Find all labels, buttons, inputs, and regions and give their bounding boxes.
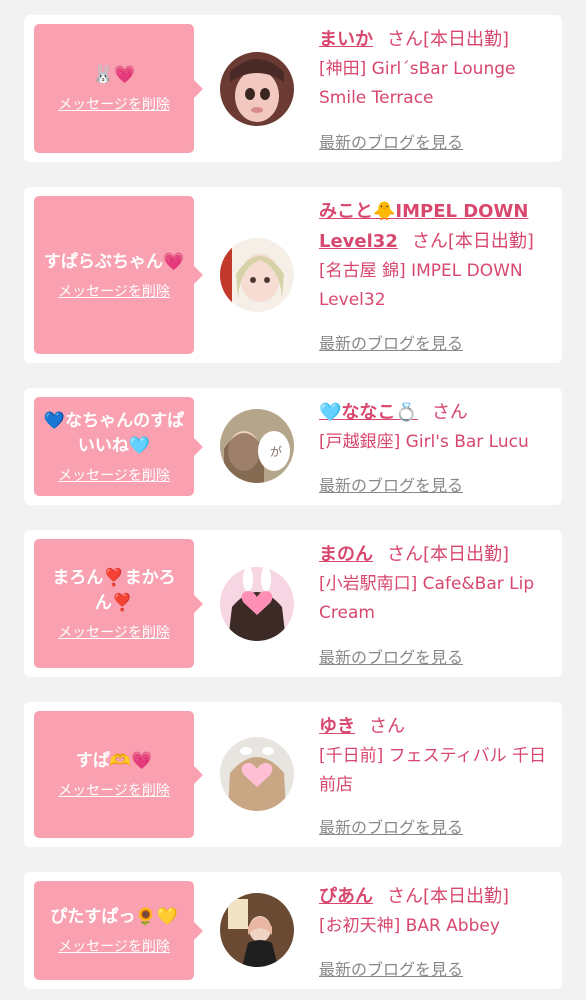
cast-info: まいか さん[本日出勤] [神田] Girl´sBar Lounge Smile … [319,25,550,113]
message-text: 💙なちゃんのすぱ いいね🩵 [43,410,185,456]
cast-info: みこと🐥IMPEL DOWN Level32 さん[本日出勤] [名古屋 錦] I… [319,197,550,315]
blog-link[interactable]: 最新のブログを見る [319,129,463,153]
message-bubble: すぱらぶちゃん💗 メッセージを削除 [34,196,203,354]
list-item: 🐰💗 メッセージを削除 まいか さん[本日出勤] [神田] Girl´sBar L… [24,15,562,162]
message-bubble: まろん❣️まかろ ん❣️ メッセージを削除 [34,539,203,668]
list-item: ぴたすぱっ🌻💛 メッセージを削除 ぴあん さん[本日出勤] [お初天神] BAR … [24,872,562,989]
name-line: みこと🐥IMPEL DOWN Level32 さん[本日出勤] [319,197,550,257]
message-list: 🐰💗 メッセージを削除 まいか さん[本日出勤] [神田] Girl´sBar L… [0,0,586,1000]
honorific: さん [387,29,423,50]
blog-link[interactable]: 最新のブログを見る [319,330,463,354]
list-item: すぱ🫶💗 メッセージを削除 ゆき さん [千日前] フェスティバル 千日前店 最新… [24,702,562,847]
message-text: まろん❣️まかろ ん❣️ [52,567,176,613]
delete-message-link[interactable]: メッセージを削除 [58,94,170,114]
honorific: さん [387,886,423,907]
honorific: さん [411,231,448,252]
avatar[interactable] [220,52,294,126]
delete-message-link[interactable]: メッセージを削除 [58,936,170,956]
shop-name: [戸越銀座] Girl's Bar Lucu [319,432,529,452]
name-line: まのん さん[本日出勤] [319,540,550,570]
delete-message-link[interactable]: メッセージを削除 [58,622,170,642]
honorific: さん [387,544,423,565]
shop-name: [名古屋 錦] IMPEL DOWN Level32 [319,261,523,310]
status-badge: [本日出勤] [423,544,510,565]
name-line: 🩵ななこ💍 さん [319,398,550,428]
honorific: さん [431,402,468,423]
cast-info: 🩵ななこ💍 さん [戸越銀座] Girl's Bar Lucu [319,398,550,457]
avatar[interactable] [220,567,294,641]
message-text: 🐰💗 [92,65,136,85]
message-bubble: ぴたすぱっ🌻💛 メッセージを削除 [34,881,203,980]
message-bubble: 🐰💗 メッセージを削除 [34,24,203,153]
name-line: ゆき さん [319,712,550,742]
status-badge: [本日出勤] [423,29,510,50]
cast-info: ゆき さん [千日前] フェスティバル 千日前店 [319,712,550,800]
shop-name: [お初天神] BAR Abbey [319,916,500,936]
name-line: まいか さん[本日出勤] [319,25,550,55]
message-bubble: すぱ🫶💗 メッセージを削除 [34,711,203,838]
list-item: まろん❣️まかろ ん❣️ メッセージを削除 まのん さん[本日出勤] [小岩駅南口… [24,530,562,677]
message-bubble: 💙なちゃんのすぱ いいね🩵 メッセージを削除 [34,397,203,496]
cast-info: まのん さん[本日出勤] [小岩駅南口] Cafe&Bar Lip Cream [319,540,550,628]
delete-message-link[interactable]: メッセージを削除 [58,780,170,800]
message-text: すぱ🫶💗 [75,751,153,771]
cast-name-link[interactable]: まのん [319,544,373,565]
status-badge: [本日出勤] [447,231,534,252]
avatar[interactable] [220,893,294,967]
blog-link[interactable]: 最新のブログを見る [319,644,463,668]
shop-name: [千日前] フェスティバル 千日前店 [319,746,547,795]
cast-name-link[interactable]: 🩵ななこ💍 [319,402,418,423]
blog-link[interactable]: 最新のブログを見る [319,956,463,980]
avatar[interactable]: が [220,409,294,483]
delete-message-link[interactable]: メッセージを削除 [58,281,170,301]
shop-name: [神田] Girl´sBar Lounge Smile Terrace [319,59,516,108]
status-badge: [本日出勤] [423,886,510,907]
name-line: ぴあん さん[本日出勤] [319,882,550,912]
honorific: さん [369,716,405,737]
list-item: 💙なちゃんのすぱ いいね🩵 メッセージを削除 が 🩵ななこ💍 さん [戸越銀座] … [24,388,562,505]
list-item: すぱらぶちゃん💗 メッセージを削除 みこと🐥IMPEL DOWN Level32… [24,187,562,363]
cast-name-link[interactable]: まいか [319,29,373,50]
avatar[interactable] [220,238,294,312]
cast-name-link[interactable]: ゆき [319,716,355,737]
blog-link[interactable]: 最新のブログを見る [319,472,463,496]
blog-link[interactable]: 最新のブログを見る [319,814,463,838]
delete-message-link[interactable]: メッセージを削除 [58,465,170,485]
cast-info: ぴあん さん[本日出勤] [お初天神] BAR Abbey [319,882,550,941]
message-text: ぴたすぱっ🌻💛 [50,907,178,927]
cast-name-link[interactable]: ぴあん [319,886,373,907]
message-text: すぱらぶちゃん💗 [43,251,185,272]
avatar[interactable] [220,737,294,811]
svg-text:が: が [270,444,282,459]
shop-name: [小岩駅南口] Cafe&Bar Lip Cream [319,574,535,623]
